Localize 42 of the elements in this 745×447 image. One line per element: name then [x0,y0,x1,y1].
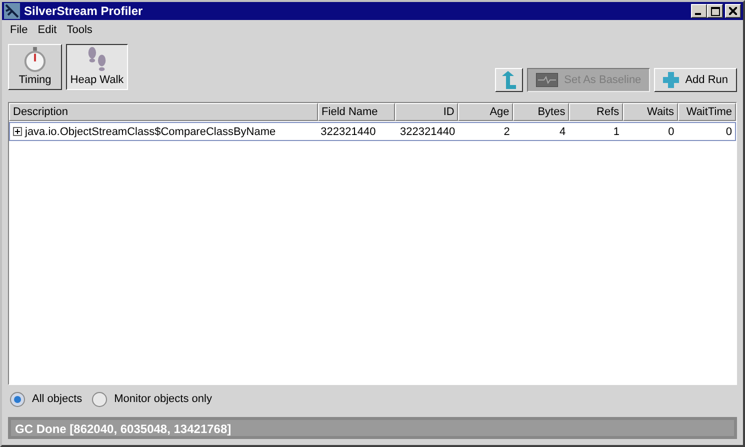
column-header[interactable]: ID [395,103,458,121]
close-icon [729,7,737,15]
radio-button[interactable] [10,392,25,406]
column-header[interactable]: Description [9,103,318,121]
window-title: SilverStream Profiler [24,4,144,18]
up-arrow-icon [500,71,516,89]
app-icon [4,3,20,19]
table-cell: 0 [668,126,674,138]
table-cell: 322321440 [320,126,376,138]
menu-item[interactable]: Edit [34,24,63,36]
tool-button[interactable]: Heap Walk [66,44,128,90]
stopwatch-icon [23,47,47,72]
tool-button[interactable]: Timing [8,44,62,90]
table-row[interactable]: java.io.ObjectStreamClass$CompareClassByName 322321440 322321440 2 4 1 0 0 [9,122,736,141]
add-run-button[interactable]: Add Run [654,68,737,92]
column-header[interactable]: Bytes [513,103,570,121]
radio-label: Monitor objects only [114,393,212,405]
waveform-icon [536,73,558,87]
menu-item[interactable]: File [6,24,34,36]
maximize-button[interactable] [707,4,723,18]
expand-icon[interactable] [13,127,22,136]
menu-item[interactable]: Tools [62,24,98,36]
radio-label: All objects [32,393,82,405]
table-cell: 0 [726,126,732,138]
column-header[interactable]: WaitTime [678,103,736,121]
table-cell: 4 [560,126,566,138]
footprints-icon [86,47,108,72]
close-button[interactable] [725,4,741,18]
table-cell: java.io.ObjectStreamClass$CompareClassByName [25,126,276,138]
plus-icon [663,72,680,88]
up-button[interactable] [495,68,524,92]
table-cell: 2 [504,126,510,138]
table-cell: 322321440 [400,126,456,138]
column-header[interactable]: Refs [569,103,624,121]
radio-button[interactable] [92,392,108,406]
column-header[interactable]: Waits [623,103,678,121]
maximize-icon [710,6,720,16]
table-cell: 1 [613,126,620,138]
column-header[interactable]: Age [458,103,514,121]
status-bar: GC Done [862040, 6035048, 13421768] [8,417,737,439]
column-header[interactable]: Field Name [318,103,396,121]
minimize-button[interactable] [691,4,707,18]
